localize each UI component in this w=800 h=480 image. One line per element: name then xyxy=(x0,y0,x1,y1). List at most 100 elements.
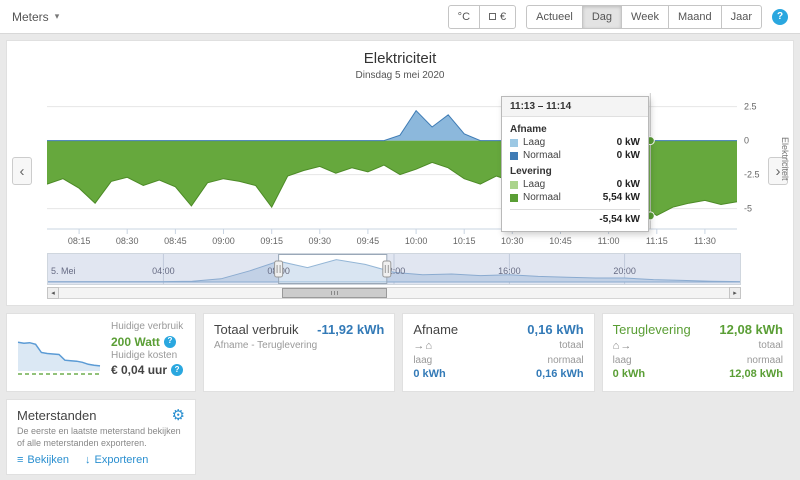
current-usage-value: 200 Watt xyxy=(111,334,160,349)
current-usage-card: Huidige verbruik 200 Watt ? Huidige kost… xyxy=(6,313,196,392)
exporteren-label: Exporteren xyxy=(94,454,149,467)
tooltip-row-value: 0 kW xyxy=(616,137,640,148)
y-axis-title: Elektriciteit xyxy=(780,137,790,181)
svg-text:10:30: 10:30 xyxy=(501,236,524,246)
electricity-chart[interactable]: 2.5 0 -2.5 -5 08:15 08:30 08:45 09:00 09:15 09:30… xyxy=(46,93,787,255)
teruglevering-total-value: 12,08 kWh xyxy=(719,322,783,337)
tooltip-section-afname: Afname xyxy=(510,124,547,135)
topbar-controls: °C € Actueel Dag Week Maand Jaar ? xyxy=(447,4,788,29)
tooltip-time-range: 11:13 – 11:14 xyxy=(502,97,648,117)
afname-total-value: 0,16 kWh xyxy=(527,322,584,337)
view-button-jaar[interactable]: Jaar xyxy=(720,4,762,29)
normaal-label: normaal xyxy=(547,355,584,366)
gear-icon[interactable]: ⚙ xyxy=(172,408,185,423)
svg-text:10:45: 10:45 xyxy=(549,236,572,246)
svg-text:08:30: 08:30 xyxy=(116,236,139,246)
temperature-toggle-button[interactable]: °C xyxy=(447,4,481,29)
currency-label: € xyxy=(500,10,507,23)
costs-square-icon xyxy=(489,13,497,20)
afname-normaal-value: 0,16 kWh xyxy=(535,368,584,380)
scrollbar-track[interactable] xyxy=(59,287,729,299)
chart-navigator[interactable]: 5. Mei04:0008:0012:0016:0020:00 xyxy=(47,253,741,285)
svg-text:2.5: 2.5 xyxy=(744,102,757,112)
meterstanden-description: De eerste en laatste meterstand bekijken… xyxy=(17,426,181,448)
grid-to-house-icon: →⌂ xyxy=(413,340,433,352)
levering-laag-swatch xyxy=(510,180,518,189)
current-cost-value: € 0,04 uur xyxy=(111,363,168,378)
help-icon[interactable]: ? xyxy=(163,335,176,348)
view-button-maand[interactable]: Maand xyxy=(667,4,722,29)
tooltip-row-label: Normaal xyxy=(523,150,561,161)
currency-toggle-button[interactable]: € xyxy=(479,4,517,29)
meterstanden-title: Meterstanden xyxy=(17,408,97,423)
list-icon: ≡ xyxy=(17,454,24,467)
teruglevering-laag-value: 0 kWh xyxy=(612,368,646,380)
totaal-label: totaal xyxy=(758,340,783,351)
tooltip-total: -5,54 kW xyxy=(510,209,640,225)
levering-normaal-swatch xyxy=(510,193,518,202)
tooltip-row-value: 0 kW xyxy=(616,150,640,161)
chart-subtitle: Dinsdag 5 mei 2020 xyxy=(355,70,445,81)
normaal-label: normaal xyxy=(746,355,783,366)
tooltip-row-value: 0 kW xyxy=(616,179,640,190)
svg-text:-5: -5 xyxy=(744,204,752,214)
bekijken-link[interactable]: ≡ Bekijken xyxy=(17,454,69,466)
download-icon: ↓ xyxy=(85,454,91,467)
totaal-label: totaal xyxy=(559,340,584,351)
scrollbar-right-button[interactable]: ▸ xyxy=(729,287,741,299)
view-button-actueel[interactable]: Actueel xyxy=(526,4,583,29)
tooltip-row-label: Laag xyxy=(523,137,546,148)
help-icon[interactable]: ? xyxy=(171,364,184,377)
exporteren-link[interactable]: ↓ Exporteren xyxy=(85,454,148,466)
svg-text:08:15: 08:15 xyxy=(68,236,91,246)
svg-text:09:00: 09:00 xyxy=(212,236,235,246)
tooltip-row: Normaal 5,54 kW xyxy=(510,192,640,203)
current-usage-sparkline xyxy=(15,323,103,381)
view-button-week[interactable]: Week xyxy=(621,4,669,29)
afname-card: Afname 0,16 kWh →⌂ totaal laag normaal 0… xyxy=(402,313,595,392)
chart-scrollbar: ◂ ▸ xyxy=(47,287,741,299)
total-usage-subtitle: Afname - Teruglevering xyxy=(214,340,318,351)
chevron-down-icon: ▾ xyxy=(54,11,60,21)
topbar: Meters ▾ °C € Actueel Dag Week Maand Jaa… xyxy=(0,0,800,34)
teruglevering-card: Teruglevering 12,08 kWh ⌂→ totaal laag n… xyxy=(601,313,794,392)
tooltip-row: Normaal 0 kW xyxy=(510,150,640,161)
tooltip-section-levering: Levering xyxy=(510,166,552,177)
tooltip-row: Laag 0 kW xyxy=(510,179,640,190)
tooltip-row-label: Normaal xyxy=(523,192,561,203)
help-icon[interactable]: ? xyxy=(772,8,788,25)
scrollbar-thumb[interactable] xyxy=(282,288,388,298)
previous-day-button[interactable]: ‹ xyxy=(12,157,32,185)
total-usage-title: Totaal verbruik xyxy=(214,322,299,337)
svg-text:11:00: 11:00 xyxy=(598,236,620,246)
svg-text:11:30: 11:30 xyxy=(694,236,716,246)
svg-text:08:45: 08:45 xyxy=(164,236,187,246)
afname-normaal-swatch xyxy=(510,151,518,160)
teruglevering-title: Teruglevering xyxy=(612,322,691,337)
svg-text:09:45: 09:45 xyxy=(357,236,380,246)
laag-label: laag xyxy=(413,355,433,366)
svg-text:0: 0 xyxy=(744,136,749,146)
scrollbar-left-button[interactable]: ◂ xyxy=(47,287,59,299)
meters-dropdown-label: Meters xyxy=(12,9,49,24)
svg-text:09:15: 09:15 xyxy=(260,236,283,246)
total-usage-card: Totaal verbruik -11,92 kWh Afname - Teru… xyxy=(203,313,396,392)
afname-laag-swatch xyxy=(510,138,518,147)
arrow-right-icon: → xyxy=(620,340,633,352)
summary-cards-row: Huidige verbruik 200 Watt ? Huidige kost… xyxy=(6,313,794,392)
meters-dropdown[interactable]: Meters ▾ xyxy=(12,10,59,24)
unit-toggle-group: °C € xyxy=(447,4,517,29)
arrow-right-icon: → xyxy=(413,340,426,352)
teruglevering-normaal-value: 12,08 kWh xyxy=(729,368,783,380)
afname-title: Afname xyxy=(413,322,459,337)
total-usage-value: -11,92 kWh xyxy=(317,322,385,337)
bekijken-label: Bekijken xyxy=(27,454,69,467)
electricity-chart-panel: Elektriciteit Dinsdag 5 mei 2020 ‹ › 2.5… xyxy=(6,40,794,306)
view-button-dag[interactable]: Dag xyxy=(581,4,623,29)
current-cost-label: Huidige kosten xyxy=(111,349,178,361)
house-icon: ⌂ xyxy=(425,340,433,352)
laag-label: laag xyxy=(612,355,632,366)
svg-text:11:15: 11:15 xyxy=(646,236,668,246)
svg-text:10:15: 10:15 xyxy=(453,236,476,246)
svg-text:09:30: 09:30 xyxy=(309,236,332,246)
